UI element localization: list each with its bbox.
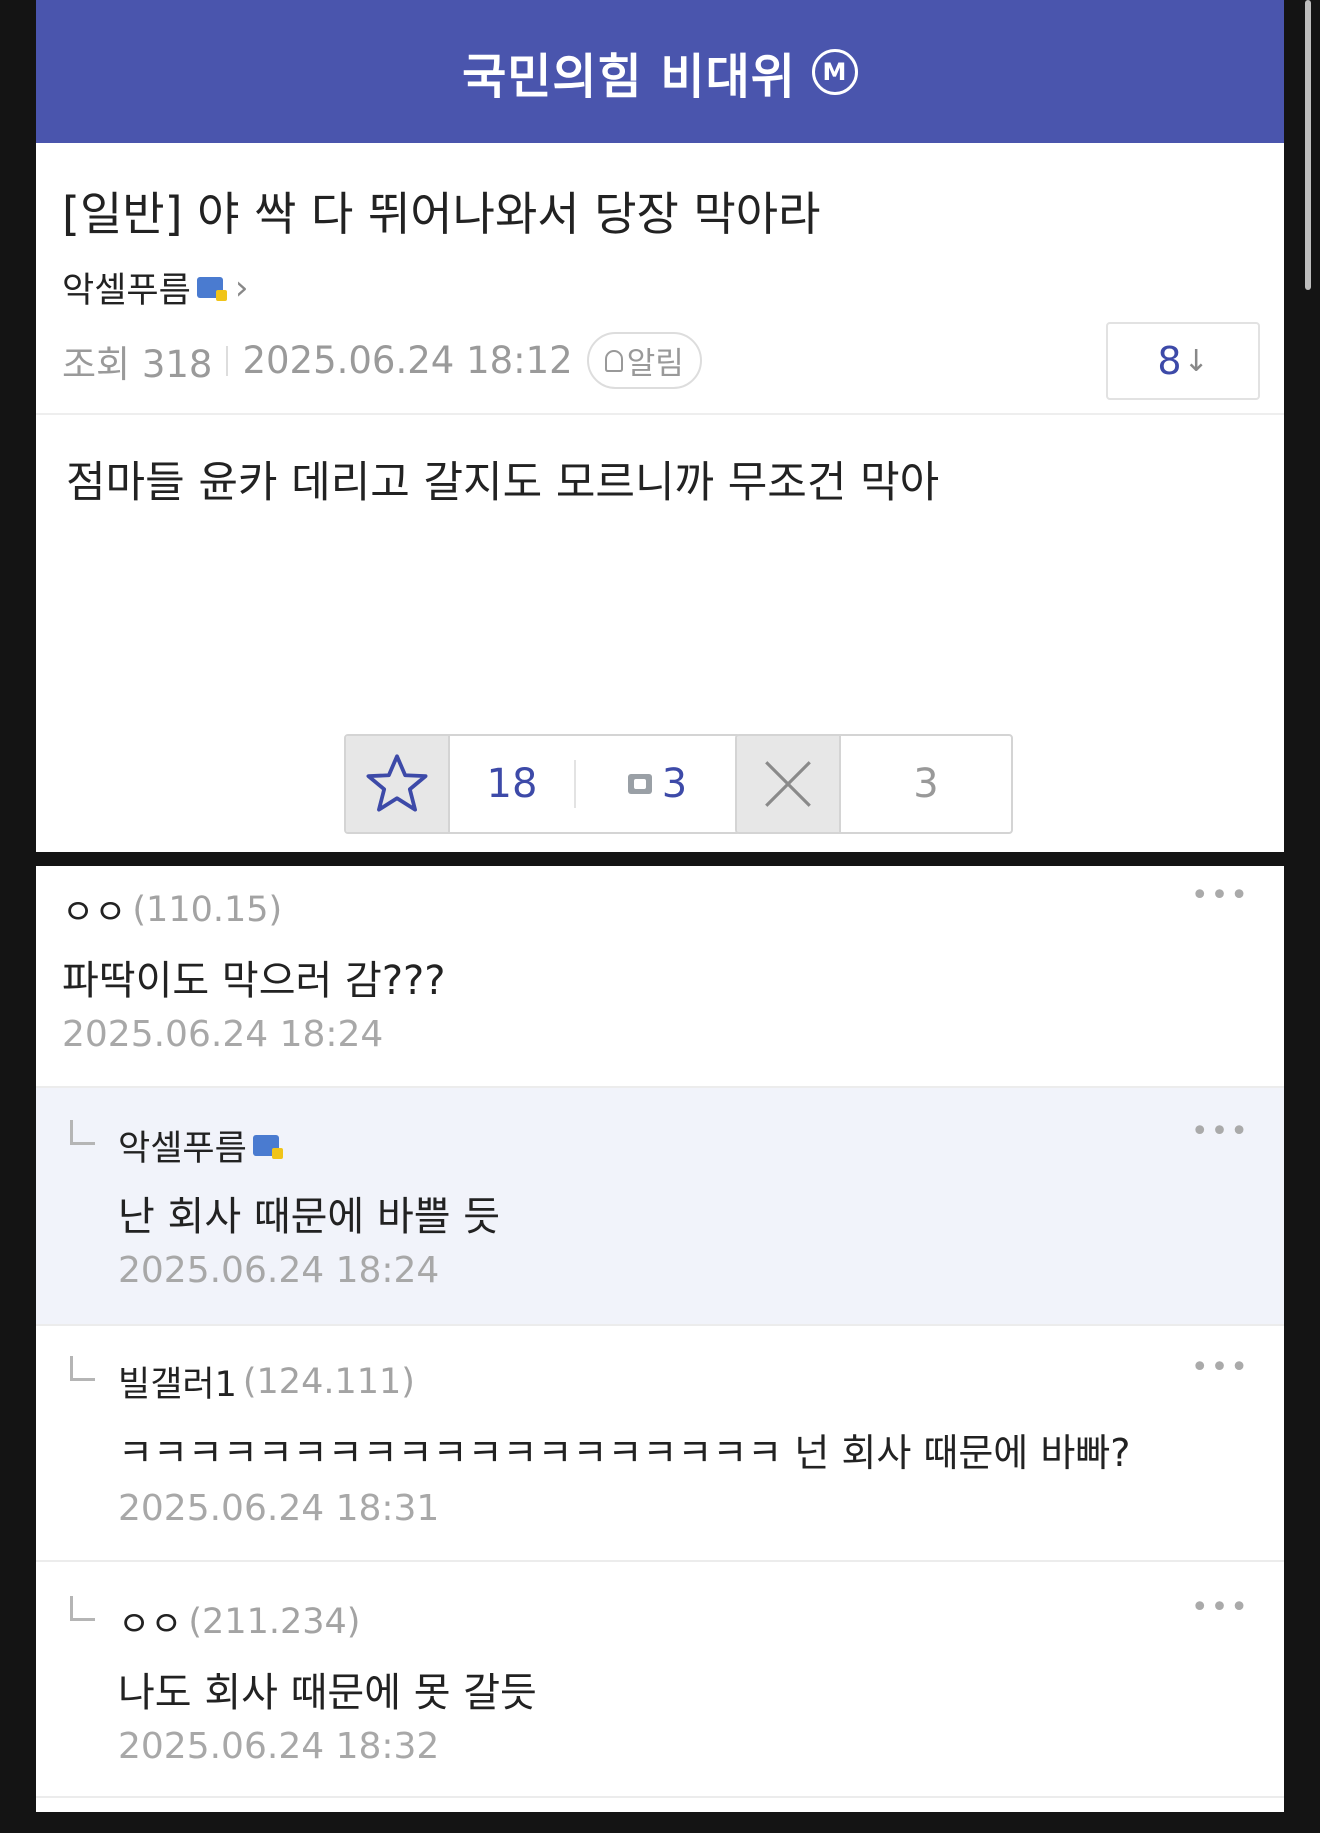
comment-count: 3: [661, 761, 688, 807]
non-recommend-group: 3: [735, 734, 1013, 834]
comment-ip: (124.111): [242, 1361, 415, 1402]
more-horizontal-icon[interactable]: •••: [1191, 1590, 1250, 1625]
comment-author[interactable]: ㅇㅇ: [62, 884, 126, 935]
arrow-down-icon: ↓: [1183, 343, 1209, 379]
post-author-row[interactable]: 악셀푸름 ›: [62, 262, 248, 313]
meta-divider: [226, 345, 229, 376]
comment-text: ㅋㅋㅋㅋㅋㅋㅋㅋㅋㅋㅋㅋㅋㅋㅋㅋㅋㅋㅋ 넌 회사 때문에 바빠?: [118, 1431, 1131, 1475]
more-horizontal-icon[interactable]: •••: [1191, 1114, 1250, 1149]
reply-item: ㅇㅇ (211.234) ••• 나도 회사 때문에 못 갈듯 2025.06.…: [36, 1562, 1284, 1796]
bell-icon: [604, 349, 623, 372]
reply-arrow-icon: [70, 1120, 95, 1145]
post-title: [일반] 야 싹 다 뛰어나와서 당장 막아라: [62, 187, 821, 241]
comment-text: 나도 회사 때문에 못 갈듯: [118, 1670, 537, 1716]
post-datetime: 2025.06.24 18:12: [242, 339, 573, 382]
comment-author-row[interactable]: 빌갤러1 (124.111): [118, 1356, 415, 1407]
chevron-right-icon[interactable]: ›: [235, 268, 249, 308]
recommend-group: 18 3: [344, 734, 741, 834]
comment-ip: (110.15): [132, 889, 283, 930]
reply-item: 빌갤러1 (124.111) ••• ㅋㅋㅋㅋㅋㅋㅋㅋㅋㅋㅋㅋㅋㅋㅋㅋㅋㅋㅋ 넌…: [36, 1326, 1284, 1560]
x-icon: [765, 761, 811, 807]
comment-author[interactable]: ㅇㅇ: [118, 1596, 182, 1647]
star-icon: [366, 754, 428, 812]
gallery-title[interactable]: 국민의힘 비대위: [462, 37, 796, 107]
post-meta: 조회 318 2025.06.24 18:12 알림: [62, 332, 702, 389]
fixed-nick-badge-icon: [252, 1135, 283, 1159]
more-horizontal-icon[interactable]: •••: [1191, 878, 1250, 913]
comment-count-box[interactable]: 3: [576, 736, 739, 832]
minor-gallery-badge-icon: M: [811, 48, 858, 95]
comment-author-row[interactable]: ㅇㅇ (211.234): [118, 1596, 360, 1647]
recommend-button[interactable]: [346, 736, 450, 832]
post-panel: 국민의힘 비대위 M [일반] 야 싹 다 뛰어나와서 당장 막아라 악셀푸름 …: [36, 0, 1284, 852]
comment-item: ㅇㅇ (110.15) ••• 파딱이도 막으러 감??? 2025.06.24…: [36, 866, 1284, 1086]
non-recommend-count: 3: [913, 761, 939, 807]
comment-list: ㅇㅇ (110.15) ••• 파딱이도 막으러 감??? 2025.06.24…: [36, 866, 1284, 1812]
reply-item: 악셀푸름 ••• 난 회사 때문에 바쁠 듯 2025.06.24 18:24: [36, 1088, 1284, 1324]
reply-arrow-icon: [70, 1356, 95, 1381]
down-count: 8: [1157, 339, 1182, 383]
comment-author[interactable]: 악셀푸름: [118, 1120, 247, 1171]
post-views: 조회 318: [62, 342, 213, 386]
comment-text: 파딱이도 막으러 감???: [62, 958, 446, 1004]
comment-date: 2025.06.24 18:32: [118, 1726, 440, 1767]
post-author[interactable]: 악셀푸름: [62, 262, 191, 313]
comment-date: 2025.06.24 18:24: [118, 1250, 440, 1291]
comment-icon: [627, 774, 652, 794]
scroll-down-button[interactable]: 8 ↓: [1106, 322, 1260, 400]
comment-author-row[interactable]: ㅇㅇ (110.15): [62, 884, 282, 935]
more-horizontal-icon[interactable]: •••: [1191, 1350, 1250, 1385]
fixed-nick-badge-icon: [196, 277, 227, 301]
notify-label: 알림: [626, 346, 684, 382]
scrollbar[interactable]: [1305, 0, 1311, 290]
post-divider: [36, 413, 1284, 415]
gallery-header[interactable]: 국민의힘 비대위 M: [36, 0, 1284, 143]
non-recommend-button[interactable]: [737, 736, 841, 832]
comment-author[interactable]: 빌갤러1: [118, 1356, 237, 1407]
notify-button[interactable]: 알림: [586, 332, 702, 389]
post-body: 점마들 윤카 데리고 갈지도 모르니까 무조건 막아: [66, 458, 940, 508]
comment-author-row[interactable]: 악셀푸름: [118, 1120, 283, 1171]
comment-divider: [36, 1796, 1284, 1798]
comment-ip: (211.234): [188, 1601, 361, 1642]
comment-date: 2025.06.24 18:24: [62, 1014, 384, 1055]
recommend-count: 18: [486, 761, 538, 807]
reply-arrow-icon: [70, 1596, 95, 1621]
comment-date: 2025.06.24 18:31: [118, 1488, 440, 1529]
comment-text: 난 회사 때문에 바쁠 듯: [118, 1194, 501, 1240]
